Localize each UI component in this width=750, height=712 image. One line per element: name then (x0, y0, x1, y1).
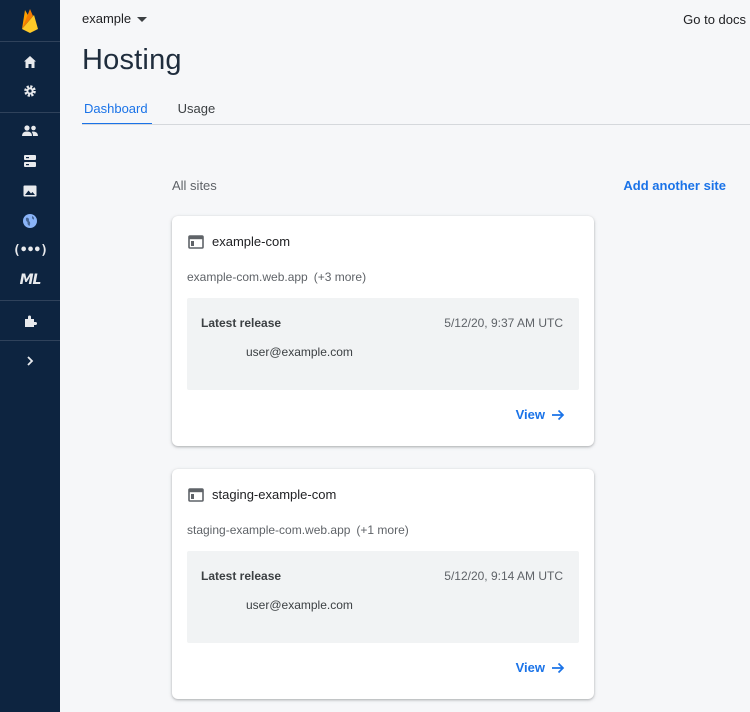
section-label: All sites (172, 178, 217, 193)
release-timestamp: 5/12/20, 9:14 AM UTC (444, 569, 563, 583)
globe-icon (23, 214, 37, 228)
home-icon (24, 56, 36, 68)
image-icon (23, 185, 37, 197)
release-timestamp: 5/12/20, 9:37 AM UTC (444, 316, 563, 330)
site-name: example-com (212, 234, 291, 249)
latest-release-label: Latest release (201, 569, 282, 583)
sidebar-item-storage[interactable] (0, 177, 60, 205)
sidebar-divider (0, 112, 60, 113)
go-to-docs-link[interactable]: Go to docs (683, 12, 746, 27)
site-domain[interactable]: staging-example-com.web.app (187, 523, 350, 537)
sidebar-item-extensions[interactable] (0, 307, 60, 335)
release-user: user@example.com (246, 345, 353, 359)
view-button[interactable]: View (516, 660, 565, 675)
sidebar-item-home[interactable] (0, 48, 60, 76)
site-card-header: staging-example-com (188, 487, 336, 502)
browser-window-icon (188, 487, 204, 502)
add-another-site-button[interactable]: Add another site (623, 178, 726, 193)
latest-release-panel: Latest release 5/12/20, 9:14 AM UTC user… (187, 551, 579, 643)
users-icon (22, 125, 38, 136)
functions-icon: (•••) (12, 242, 48, 258)
tabs-divider (82, 124, 750, 125)
sidebar-item-authentication[interactable] (0, 117, 60, 145)
view-button[interactable]: View (516, 407, 565, 422)
database-icon (24, 155, 36, 167)
page-title: Hosting (82, 44, 182, 76)
site-card: example-com example-com.web.app (+3 more)… (172, 216, 594, 446)
extensions-icon (25, 315, 37, 327)
arrow-right-icon (552, 409, 565, 420)
site-card: staging-example-com staging-example-com.… (172, 469, 594, 699)
sidebar-divider (0, 41, 60, 42)
site-domains: staging-example-com.web.app (+1 more) (187, 523, 409, 537)
latest-release-label: Latest release (201, 316, 282, 330)
tab-bar: Dashboard Usage (82, 93, 243, 125)
sidebar-item-settings[interactable] (0, 77, 60, 105)
sidebar-item-hosting[interactable] (0, 207, 60, 235)
tab-dashboard[interactable]: Dashboard (82, 93, 152, 125)
sidebar-divider (0, 300, 60, 301)
project-name: example (82, 11, 132, 26)
firebase-logo-icon[interactable] (0, 0, 60, 41)
more-domains: (+3 more) (313, 270, 367, 284)
sidebar-expand-button[interactable] (0, 347, 60, 375)
project-switcher[interactable]: example (82, 11, 148, 26)
tab-usage[interactable]: Usage (176, 93, 218, 124)
caret-down-icon (137, 16, 148, 22)
chevron-right-icon (27, 356, 34, 366)
arrow-right-icon (552, 662, 565, 673)
site-domain[interactable]: example-com.web.app (187, 270, 308, 284)
sidebar-item-ml[interactable]: ML (0, 266, 60, 294)
browser-window-icon (188, 234, 204, 249)
sidebar-item-functions[interactable]: (•••) (0, 236, 60, 264)
site-name: staging-example-com (212, 487, 337, 502)
view-label: View (515, 660, 545, 675)
site-domains: example-com.web.app (+3 more) (187, 270, 366, 284)
more-domains: (+1 more) (356, 523, 409, 537)
ml-icon: ML (19, 272, 42, 288)
view-label: View (515, 407, 545, 422)
site-card-header: example-com (188, 234, 290, 249)
sidebar-item-database[interactable] (0, 147, 60, 175)
sidebar-divider (0, 340, 60, 341)
release-user: user@example.com (246, 598, 353, 612)
settings-gear-icon (24, 85, 36, 97)
sidebar: (•••) ML (0, 0, 60, 712)
latest-release-panel: Latest release 5/12/20, 9:37 AM UTC user… (187, 298, 579, 390)
